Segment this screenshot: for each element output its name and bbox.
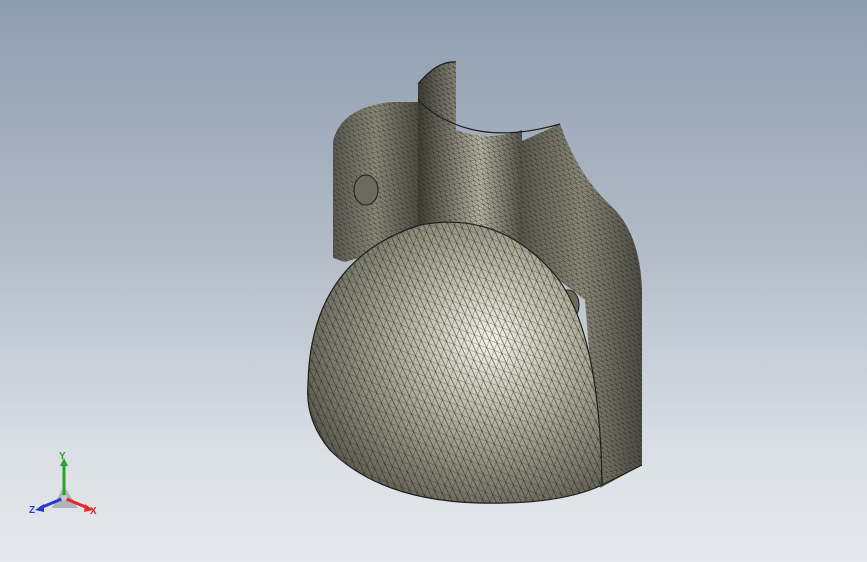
view-orientation-triad[interactable]: Y Z X: [22, 448, 106, 524]
z-axis-label: Z: [29, 505, 36, 516]
y-axis-label: Y: [59, 451, 66, 462]
meshed-part-model[interactable]: [0, 0, 867, 562]
x-axis-label: X: [90, 506, 97, 517]
graphics-viewport[interactable]: Y Z X: [0, 0, 867, 562]
